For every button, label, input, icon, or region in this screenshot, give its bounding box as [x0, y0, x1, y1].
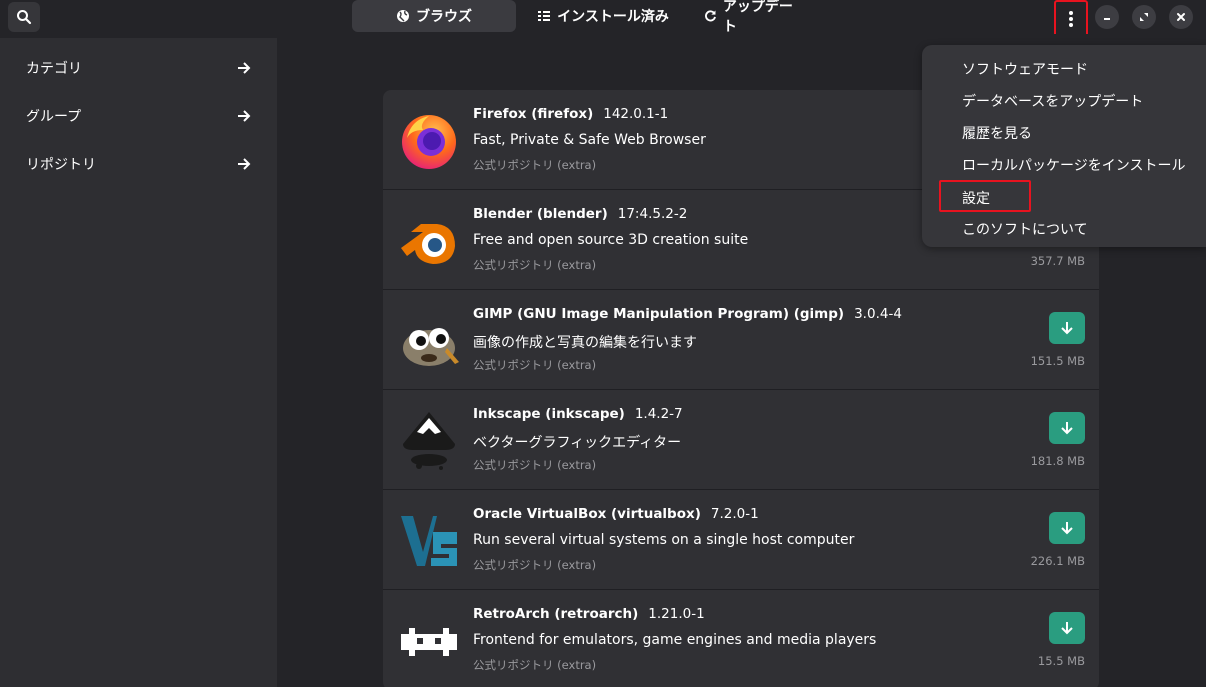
list-icon	[538, 11, 551, 21]
refresh-icon	[705, 10, 716, 22]
package-version: 1.21.0-1	[648, 606, 705, 622]
inkscape-icon	[397, 408, 461, 472]
virtualbox-icon	[397, 508, 461, 572]
package-name: RetroArch (retroarch)	[473, 606, 639, 622]
minimize-button[interactable]	[1095, 5, 1119, 29]
package-row-inkscape[interactable]: Inkscape (inkscape) 1.4.2-7 ベクターグラフィックエディ…	[383, 390, 1099, 490]
package-description: Fast, Private & Safe Web Browser	[473, 132, 706, 148]
download-arrow-icon	[1061, 522, 1073, 535]
package-title: Firefox (firefox) 142.0.1-1	[473, 106, 668, 122]
main-menu-popover: ソフトウェアモード データベースをアップデート 履歴を見る ローカルパッケージを…	[922, 45, 1206, 247]
package-name: Oracle VirtualBox (virtualbox)	[473, 506, 701, 522]
package-title: GIMP (GNU Image Manipulation Program) (g…	[473, 306, 902, 322]
package-description: Frontend for emulators, game engines and…	[473, 632, 877, 648]
package-size: 181.8 MB	[1030, 454, 1085, 468]
main-menu-button[interactable]	[1054, 0, 1088, 37]
sidebar: カテゴリ グループ リポジトリ	[0, 38, 277, 687]
package-version: 17:4.5.2-2	[617, 206, 688, 222]
sidebar-item-label: グループ	[26, 109, 82, 125]
download-button[interactable]	[1049, 412, 1085, 444]
package-version: 7.2.0-1	[710, 506, 759, 522]
package-version: 142.0.1-1	[603, 106, 669, 122]
tab-updates[interactable]: アップデート	[690, 0, 814, 35]
blender-icon	[397, 208, 461, 272]
gimp-icon	[397, 308, 461, 372]
menu-item-about[interactable]: このソフトについて	[962, 219, 1088, 239]
package-repo: 公式リポジトリ (extra)	[473, 658, 597, 672]
menu-item-software-mode[interactable]: ソフトウェアモード	[962, 59, 1088, 79]
download-arrow-icon	[1061, 422, 1073, 435]
package-name: GIMP (GNU Image Manipulation Program) (g…	[473, 306, 845, 322]
package-name: Inkscape (inkscape)	[473, 406, 625, 422]
header-bar: ブラウズ インストール済み アップデート	[0, 0, 1206, 37]
close-button[interactable]	[1169, 5, 1193, 29]
search-button[interactable]	[8, 2, 40, 32]
package-description: ベクターグラフィックエディター	[473, 435, 682, 451]
maximize-button[interactable]	[1132, 5, 1156, 29]
tab-installed-label: インストール済み	[557, 9, 669, 25]
download-button[interactable]	[1049, 612, 1085, 644]
view-switcher: ブラウズ インストール済み アップデート	[352, 0, 814, 35]
package-repo: 公式リポジトリ (extra)	[473, 358, 597, 372]
package-title: Inkscape (inkscape) 1.4.2-7	[473, 406, 683, 422]
settings-highlight	[939, 180, 1031, 212]
kebab-menu-icon	[1069, 10, 1073, 27]
package-title: RetroArch (retroarch) 1.21.0-1	[473, 606, 705, 622]
sidebar-item-categories[interactable]: カテゴリ	[0, 44, 277, 92]
tab-browse[interactable]: ブラウズ	[352, 0, 516, 32]
close-icon	[1177, 13, 1185, 21]
package-name: Blender (blender)	[473, 206, 608, 222]
package-repo: 公式リポジトリ (extra)	[473, 558, 597, 572]
package-repo: 公式リポジトリ (extra)	[473, 258, 597, 272]
package-version: 3.0.4-4	[854, 306, 902, 322]
package-description: Run several virtual systems on a single …	[473, 532, 855, 548]
package-size: 226.1 MB	[1030, 554, 1085, 568]
package-size: 357.7 MB	[1030, 254, 1085, 268]
arrow-right-icon	[238, 62, 251, 74]
firefox-icon	[397, 108, 461, 172]
download-button[interactable]	[1049, 312, 1085, 344]
package-row-virtualbox[interactable]: Oracle VirtualBox (virtualbox) 7.2.0-1 Ru…	[383, 490, 1099, 590]
package-size: 151.5 MB	[1030, 354, 1085, 368]
restore-icon	[1140, 13, 1148, 21]
package-description: Free and open source 3D creation suite	[473, 232, 749, 248]
package-row-retroarch[interactable]: RetroArch (retroarch) 1.21.0-1 Frontend f…	[383, 590, 1099, 687]
menu-item-install-local-package[interactable]: ローカルパッケージをインストール	[962, 155, 1185, 175]
sidebar-item-label: カテゴリ	[26, 61, 82, 77]
download-arrow-icon	[1061, 322, 1073, 335]
download-arrow-icon	[1061, 622, 1073, 635]
search-icon	[17, 10, 32, 25]
arrow-right-icon	[238, 158, 251, 170]
tab-updates-label: アップデート	[722, 0, 793, 35]
package-version: 1.4.2-7	[634, 406, 683, 422]
menu-item-view-history[interactable]: 履歴を見る	[962, 123, 1032, 143]
download-button[interactable]	[1049, 512, 1085, 544]
menu-item-update-database[interactable]: データベースをアップデート	[962, 91, 1143, 111]
minimize-icon	[1104, 18, 1110, 20]
tab-browse-label: ブラウズ	[416, 9, 472, 25]
package-title: Oracle VirtualBox (virtualbox) 7.2.0-1	[473, 506, 759, 522]
globe-icon	[397, 10, 409, 22]
sidebar-item-groups[interactable]: グループ	[0, 92, 277, 140]
package-repo: 公式リポジトリ (extra)	[473, 158, 597, 172]
package-name: Firefox (firefox)	[473, 106, 594, 122]
retroarch-icon	[397, 608, 461, 672]
package-size: 15.5 MB	[1037, 654, 1085, 668]
sidebar-item-repositories[interactable]: リポジトリ	[0, 140, 277, 188]
package-repo: 公式リポジトリ (extra)	[473, 458, 597, 472]
package-title: Blender (blender) 17:4.5.2-2	[473, 206, 687, 222]
package-row-gimp[interactable]: GIMP (GNU Image Manipulation Program) (g…	[383, 290, 1099, 390]
tab-installed[interactable]: インストール済み	[516, 0, 690, 32]
arrow-right-icon	[238, 110, 251, 122]
package-description: 画像の作成と写真の編集を行います	[473, 335, 697, 351]
sidebar-item-label: リポジトリ	[26, 157, 96, 173]
